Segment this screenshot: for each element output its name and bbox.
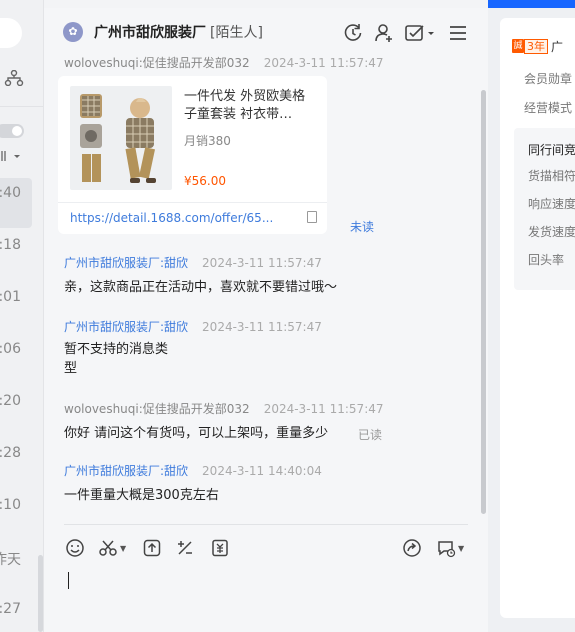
peer-label: 回头率 xyxy=(528,253,565,267)
shop-info-panel: 誠 3年 广 会员勋章 经营模式 同行间竞 货描相符 响应速度 发货速度 回头率 xyxy=(488,0,575,632)
message-time: 2024-3-11 11:57:47 xyxy=(263,402,384,416)
user-add-icon[interactable] xyxy=(373,22,395,44)
chat-header: ✿ 广州市甜欣服装厂 [陌生人] xyxy=(44,8,488,56)
product-title[interactable]: 一件代发 外贸欧美格子童套装 衬衣带… xyxy=(184,88,316,124)
conversation-time: 4:40 xyxy=(0,185,21,201)
message-time: 2024-3-11 14:40:04 xyxy=(202,464,322,478)
filter-icon[interactable] xyxy=(0,150,22,165)
product-sales: 月销380 xyxy=(184,134,231,148)
product-link[interactable]: https://detail.1688.com/offer/65... xyxy=(70,211,273,225)
message-sender: 广州市甜欣服装厂:甜欣 xyxy=(64,464,189,478)
message-sender: woloveshuqi:促佳搜品开发部032 xyxy=(64,56,250,70)
contact-tag: [陌生人] xyxy=(210,25,263,41)
conversation-search[interactable] xyxy=(0,18,22,48)
peer-label: 货描相符 xyxy=(528,169,575,183)
shop-years: 3年 xyxy=(524,38,548,54)
message-sender: woloveshuqi:促佳搜品开发部032 xyxy=(64,402,250,416)
unread-status: 未读 xyxy=(350,220,375,234)
message-scrollbar[interactable] xyxy=(481,90,486,514)
scissors-caret-icon[interactable]: ▼ xyxy=(120,544,126,553)
text-cursor xyxy=(68,572,69,589)
message-text: 暂不支持的消息类 xyxy=(64,342,169,357)
product-price: ¥56.00 xyxy=(184,174,226,188)
peer-title: 同行间竞 xyxy=(528,143,575,157)
message-text: 型 xyxy=(64,361,78,376)
message-meta: woloveshuqi:促佳搜品开发部032 2024-3-11 11:57:47 xyxy=(64,400,384,417)
message-text: 你好 请问这个有货吗，可以上架吗，重量多少 xyxy=(64,426,329,441)
peer-label: 发货速度 xyxy=(528,225,575,239)
message-text: 一件重量大概是300克左右 xyxy=(64,488,219,503)
read-status: 已读 xyxy=(358,428,383,442)
message-time: 2024-3-11 11:57:47 xyxy=(263,56,384,70)
product-link-row: https://detail.1688.com/offer/65... xyxy=(58,202,327,234)
conversation-time: 4:27 xyxy=(0,601,21,617)
scissors-icon[interactable]: ▼ xyxy=(98,537,126,559)
contact-avatar[interactable]: ✿ xyxy=(63,22,83,42)
conversation-time: 2:18 xyxy=(0,237,21,253)
document-icon[interactable] xyxy=(307,211,317,223)
menu-icon[interactable] xyxy=(447,22,469,44)
split-icon[interactable] xyxy=(175,537,195,559)
checklist-icon[interactable] xyxy=(404,22,436,44)
org-icon[interactable] xyxy=(4,69,24,90)
contact-title: 广州市甜欣服装厂 [陌生人] xyxy=(94,22,263,42)
message-meta: 广州市甜欣服装厂:甜欣 2024-3-11 11:57:47 xyxy=(64,318,322,335)
top-bar xyxy=(488,0,575,8)
message-text: 亲，这款商品正在活动中，喜欢就不要错过哦～ xyxy=(64,280,338,295)
product-image[interactable] xyxy=(70,86,172,190)
forward-icon[interactable] xyxy=(402,537,422,559)
message-list: woloveshuqi:促佳搜品开发部032 2024-3-11 11:57:47 xyxy=(44,56,488,524)
info-label: 经营模式 xyxy=(524,101,573,115)
conversation-scrollbar[interactable] xyxy=(38,555,43,632)
chat-panel: ✿ 广州市甜欣服装厂 [陌生人] woloveshuqi:促佳搜品开发部032 20… xyxy=(44,8,488,632)
message-input[interactable] xyxy=(64,568,468,628)
conversation-time: 昨天 xyxy=(0,552,21,568)
conversation-time: 3:20 xyxy=(0,393,21,409)
coupon-icon[interactable] xyxy=(210,537,230,559)
conversation-time: 2:01 xyxy=(0,289,21,305)
message-sender: 广州市甜欣服装厂:甜欣 xyxy=(64,320,189,334)
quick-reply-icon[interactable]: ▼ xyxy=(436,537,464,559)
product-card[interactable]: 一件代发 外贸欧美格子童套装 衬衣带… 月销380 ¥56.00 https:/… xyxy=(58,76,327,234)
conversation-time: 3:28 xyxy=(0,445,21,461)
conversation-list: 4:40 2:18 2:01 3:06 3:20 3:28 4:10 昨天 4:… xyxy=(0,0,44,632)
emoji-icon[interactable] xyxy=(65,537,85,559)
message-meta: 广州市甜欣服装厂:甜欣 2024-3-11 11:57:47 xyxy=(64,254,322,271)
upload-icon[interactable] xyxy=(142,537,162,559)
message-time: 2024-3-11 11:57:47 xyxy=(202,256,322,270)
message-meta: woloveshuqi:促佳搜品开发部032 2024-3-11 11:57:47 xyxy=(64,56,384,71)
shop-name[interactable]: 广 xyxy=(551,38,563,55)
peer-label: 响应速度 xyxy=(528,197,575,211)
left-divider xyxy=(0,106,43,107)
quick-reply-caret-icon[interactable]: ▼ xyxy=(458,544,464,553)
message-time: 2024-3-11 11:57:47 xyxy=(202,320,322,334)
message-sender: 广州市甜欣服装厂:甜欣 xyxy=(64,256,189,270)
toolbar-divider xyxy=(64,524,468,525)
shop-badge: 誠 3年 广 xyxy=(512,38,563,54)
refresh-icon[interactable] xyxy=(342,22,364,44)
contact-name: 广州市甜欣服装厂 xyxy=(94,25,206,41)
trust-icon: 誠 xyxy=(512,39,524,53)
conversation-time: 3:06 xyxy=(0,341,21,357)
conversation-time: 4:10 xyxy=(0,497,21,513)
unread-toggle[interactable] xyxy=(0,124,24,138)
info-label: 会员勋章 xyxy=(524,72,573,86)
message-meta: 广州市甜欣服装厂:甜欣 2024-3-11 14:40:04 xyxy=(64,462,322,479)
